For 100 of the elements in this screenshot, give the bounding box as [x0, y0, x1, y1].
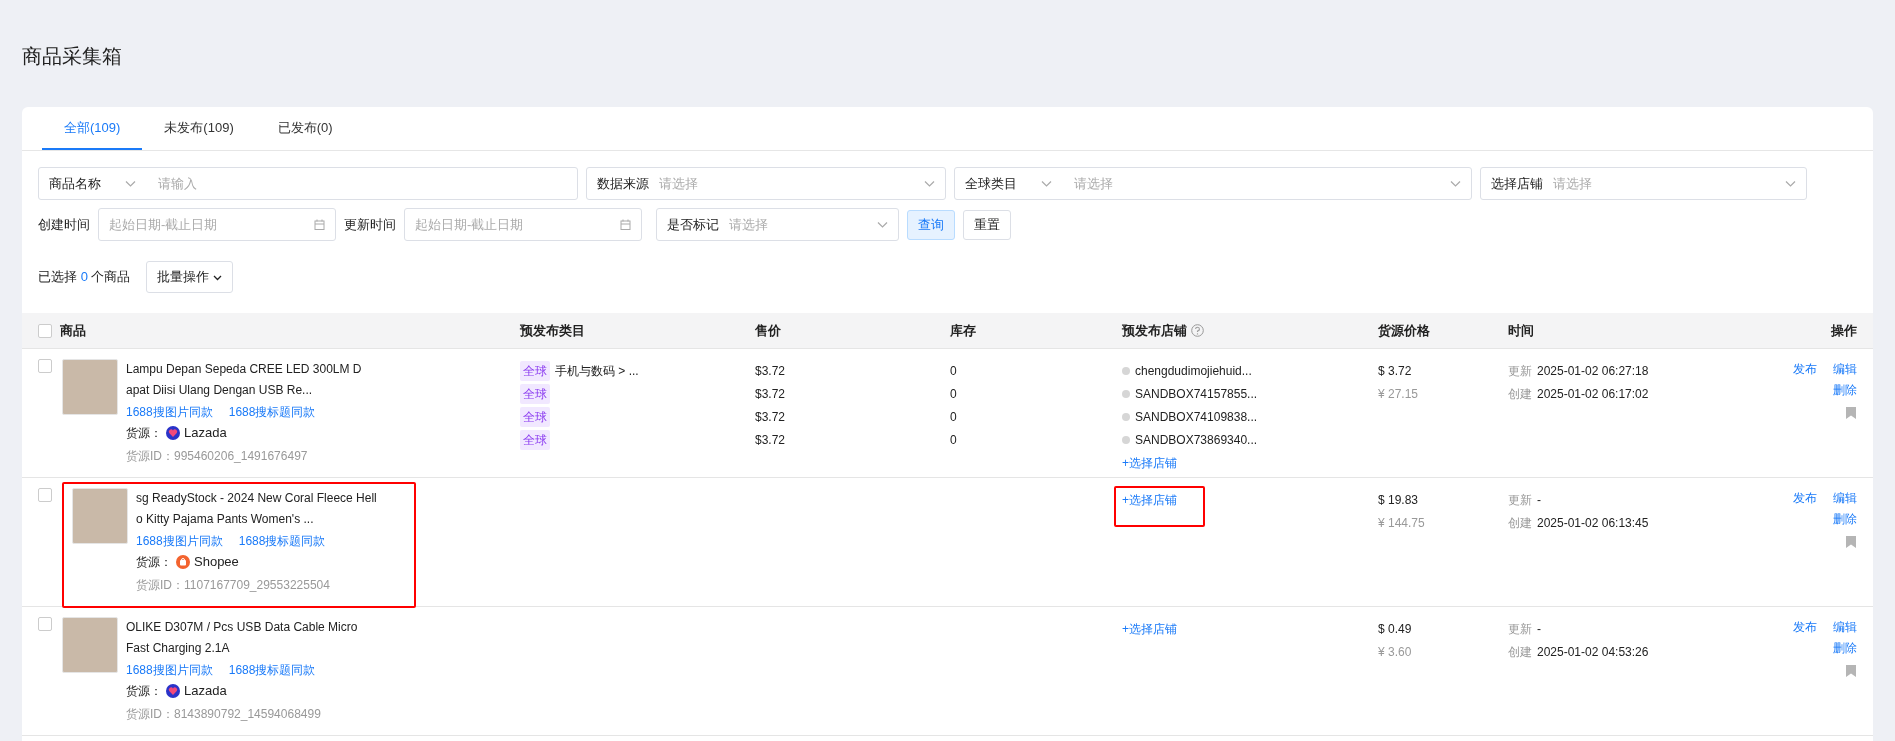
bookmark-icon[interactable]	[1845, 406, 1857, 420]
calendar-icon	[314, 219, 325, 230]
date-range-field[interactable]: 起始日期-截止日期	[98, 208, 336, 241]
filter-field[interactable]: 是否标记 请选择	[656, 208, 899, 241]
stock: 0	[950, 431, 957, 449]
timestamp: 2025-01-02 06:17:02	[1537, 385, 1649, 403]
status-dot	[1122, 412, 1130, 421]
bookmark-icon[interactable]	[1845, 535, 1857, 549]
reset-button[interactable]: 重置	[963, 209, 1011, 240]
source-label: 货源：	[126, 683, 162, 700]
source-id: 货源ID：8143890792_14594068499	[126, 706, 322, 723]
search-link[interactable]: 1688搜标题同款	[228, 401, 316, 423]
heart-icon	[166, 684, 180, 698]
column-header: 时间	[1508, 322, 1534, 338]
column-header: 货源价格	[1378, 322, 1430, 338]
product-title: OLIKE D307M / Pcs USB Data Cable Micro Fast Charging 2.1A	[126, 619, 359, 657]
field-label: 创建时间	[38, 215, 90, 234]
store-name: SANDBOX74109838...	[1135, 408, 1258, 426]
row-checkbox[interactable]	[38, 488, 52, 502]
select-store-link[interactable]: +选择店铺	[1122, 453, 1177, 472]
search-link[interactable]: 1688搜标题同款	[238, 530, 326, 552]
column-header: 售价	[755, 322, 781, 338]
time-label: 更新	[1508, 620, 1532, 638]
category-tag: 全球	[520, 383, 550, 404]
delete-link[interactable]: 删除	[1833, 509, 1857, 530]
select-store-link[interactable]: +选择店铺	[1122, 493, 1177, 507]
filter-field[interactable]: 全球类目 请选择	[954, 167, 1472, 200]
stock: 0	[950, 362, 957, 380]
source-id: 货源ID：995460206_1491676497	[126, 448, 309, 465]
select-all-checkbox[interactable]	[38, 323, 52, 338]
search-link[interactable]: 1688搜图片同款	[126, 659, 213, 681]
timestamp: -	[1537, 491, 1541, 509]
source-name: Shopee	[194, 553, 239, 572]
chevron-down-icon	[1785, 178, 1796, 189]
time-label: 创建	[1508, 514, 1532, 532]
time-label: 更新	[1508, 491, 1532, 509]
publish-link[interactable]: 发布	[1793, 359, 1817, 380]
status-dot	[1122, 366, 1130, 375]
heart-icon	[166, 426, 180, 440]
photo-placeholder	[72, 488, 128, 544]
column-header: 操作	[1831, 322, 1857, 338]
price: $3.72	[755, 408, 786, 426]
price: $3.72	[755, 362, 786, 380]
help-icon	[1191, 324, 1204, 337]
chevron-down-icon	[125, 178, 136, 189]
tab[interactable]: 未发布(109)	[142, 107, 256, 150]
edit-link[interactable]: 编辑	[1833, 488, 1857, 509]
store-name: SANDBOX73869340...	[1135, 431, 1258, 449]
publish-link[interactable]: 发布	[1793, 617, 1817, 638]
edit-link[interactable]: 编辑	[1833, 617, 1857, 638]
stock: 0	[950, 408, 957, 426]
column-header: 库存	[950, 322, 976, 338]
source-price: $ 19.83	[1378, 491, 1419, 509]
source-price-cny: ¥ 27.15	[1378, 385, 1419, 403]
filter-field[interactable]: 数据来源 请选择	[586, 167, 946, 200]
filter-field[interactable]: 商品名称 请输入	[38, 167, 578, 200]
delete-link[interactable]: 删除	[1833, 380, 1857, 401]
source-label: 货源：	[136, 554, 172, 571]
column-header: 预发布店铺	[1122, 321, 1187, 340]
row-checkbox[interactable]	[38, 617, 52, 631]
category-tag: 全球	[520, 360, 550, 381]
timestamp: 2025-01-02 06:13:45	[1537, 514, 1649, 532]
search-link[interactable]: 1688搜标题同款	[228, 659, 316, 681]
tab[interactable]: 全部(109)	[42, 107, 143, 150]
category-tag: 全球	[520, 429, 550, 450]
page-title: 商品采集箱	[21, 44, 123, 69]
delete-link[interactable]: 删除	[1833, 638, 1857, 659]
price: $3.72	[755, 385, 786, 403]
bookmark-icon[interactable]	[1845, 664, 1857, 678]
row-checkbox[interactable]	[38, 359, 52, 373]
store-name: SANDBOX74157855...	[1135, 385, 1258, 403]
stock: 0	[950, 385, 957, 403]
publish-link[interactable]: 发布	[1793, 488, 1817, 509]
search-button[interactable]: 查询	[907, 209, 955, 240]
chevron-down-icon	[924, 178, 935, 189]
select-store-link[interactable]: +选择店铺	[1122, 619, 1177, 638]
filter-field[interactable]: 选择店铺 请选择	[1480, 167, 1807, 200]
source-price-cny: ¥ 144.75	[1378, 514, 1425, 532]
source-name: Lazada	[184, 424, 227, 443]
column-header: 预发布类目	[520, 322, 585, 338]
timestamp: -	[1537, 620, 1541, 638]
timestamp: 2025-01-02 04:53:26	[1537, 643, 1649, 661]
tab[interactable]: 已发布(0)	[255, 107, 355, 150]
timestamp: 2025-01-02 06:27:18	[1537, 362, 1649, 380]
field-label: 更新时间	[344, 215, 396, 234]
photo-placeholder	[62, 617, 118, 673]
source-name: Lazada	[184, 682, 227, 701]
time-label: 创建	[1508, 385, 1532, 403]
date-range-field[interactable]: 起始日期-截止日期	[404, 208, 642, 241]
edit-link[interactable]: 编辑	[1833, 359, 1857, 380]
search-link[interactable]: 1688搜图片同款	[126, 401, 213, 423]
search-link[interactable]: 1688搜图片同款	[136, 530, 223, 552]
photo-placeholder	[62, 359, 118, 415]
time-label: 创建	[1508, 643, 1532, 661]
batch-actions-button[interactable]: 批量操作	[146, 261, 234, 293]
time-label: 更新	[1508, 362, 1532, 380]
source-price: $ 0.49	[1378, 620, 1412, 638]
source-price: $ 3.72	[1378, 362, 1412, 380]
shopping-bag-icon	[176, 555, 190, 569]
price: $3.72	[755, 431, 786, 449]
